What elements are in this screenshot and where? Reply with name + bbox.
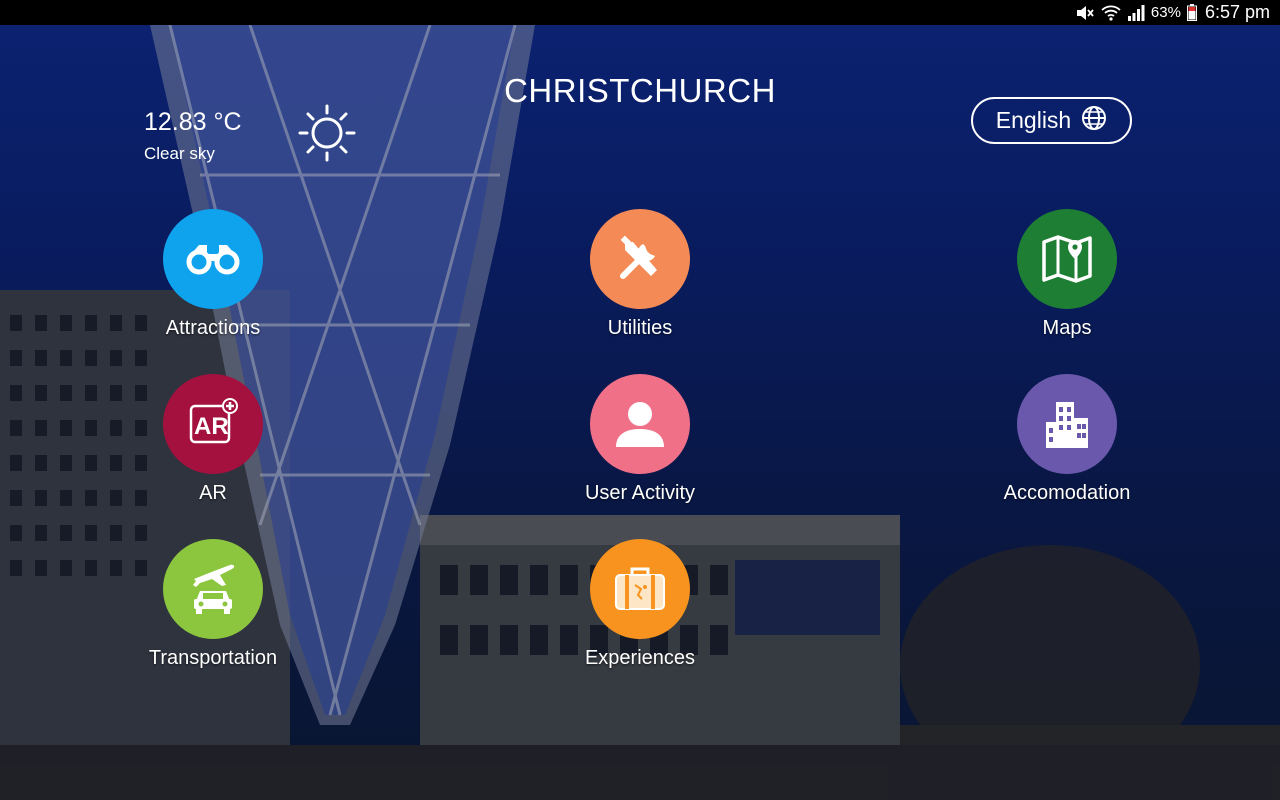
tile-ar[interactable]: AR AR xyxy=(113,374,313,505)
building-icon xyxy=(1017,374,1117,474)
weather-condition: Clear sky xyxy=(144,144,215,163)
user-icon xyxy=(590,374,690,474)
tile-label: User Activity xyxy=(584,482,696,504)
battery-icon xyxy=(1186,4,1197,21)
language-button[interactable]: English xyxy=(971,97,1132,144)
tile-label: Accomodation xyxy=(1003,482,1131,504)
binoculars-icon xyxy=(163,209,263,309)
tile-label: Transportation xyxy=(148,647,278,669)
ar-icon: AR xyxy=(163,374,263,474)
tile-label: Attractions xyxy=(165,317,261,339)
tile-experiences[interactable]: Experiences xyxy=(540,539,740,670)
tile-attractions[interactable]: Attractions xyxy=(113,209,313,340)
svg-text:AR: AR xyxy=(194,413,229,440)
tile-label: Maps xyxy=(1042,317,1092,339)
clock: 6:57 pm xyxy=(1204,2,1270,22)
wifi-icon xyxy=(1101,5,1121,21)
language-label: English xyxy=(995,107,1072,133)
signal-icon xyxy=(1127,4,1145,21)
battery-percent: 63% xyxy=(1150,4,1181,21)
mute-icon xyxy=(1075,5,1095,21)
tile-user-activity[interactable]: User Activity xyxy=(540,374,740,505)
tile-maps[interactable]: Maps xyxy=(967,209,1167,340)
tile-label: AR xyxy=(199,482,227,504)
status-bar: 63% 6:57 pm xyxy=(0,0,1280,25)
globe-icon xyxy=(1081,105,1107,137)
sun-icon xyxy=(296,102,358,169)
transport-icon xyxy=(163,539,263,639)
tile-transportation[interactable]: Transportation xyxy=(113,539,313,670)
tile-accomodation[interactable]: Accomodation xyxy=(967,374,1167,505)
temperature: 12.83 °C xyxy=(144,108,242,136)
tile-utilities[interactable]: Utilities xyxy=(540,209,740,340)
tools-icon xyxy=(590,209,690,309)
suitcase-icon xyxy=(590,539,690,639)
tile-label: Experiences xyxy=(584,647,696,669)
tile-label: Utilities xyxy=(607,317,673,339)
map-icon xyxy=(1017,209,1117,309)
